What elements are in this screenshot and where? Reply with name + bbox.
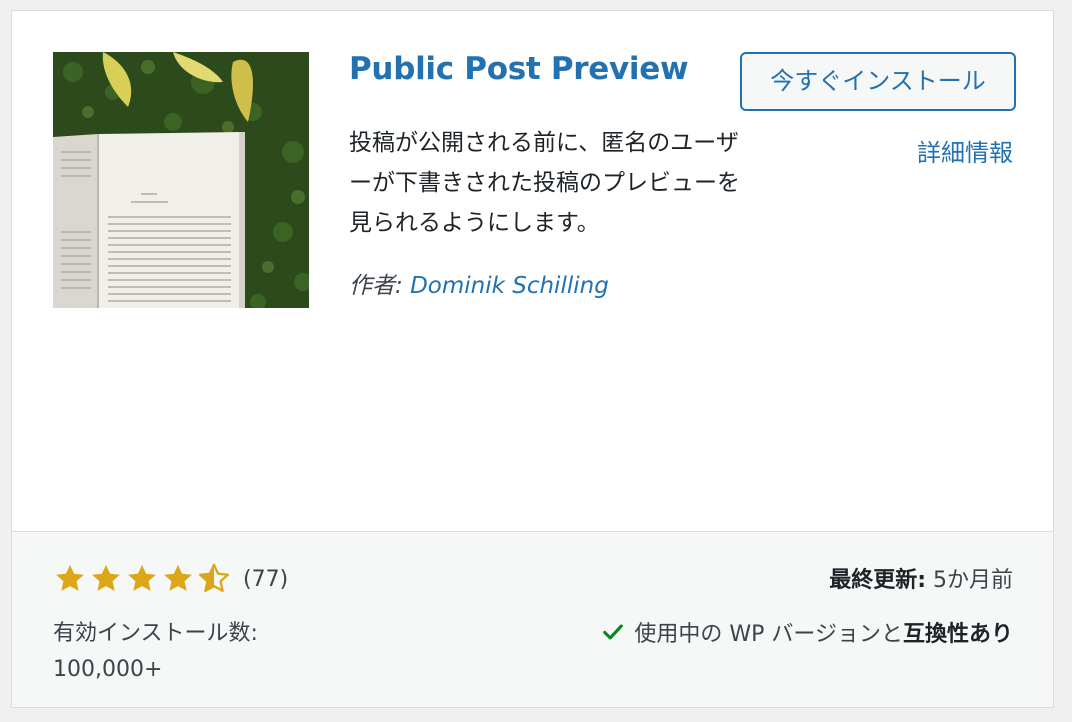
more-details-link[interactable]: 詳細情報 <box>917 133 1013 168</box>
star-filled-icon <box>161 562 195 596</box>
plugin-description: 投稿が公開される前に、匿名のユーザーが下書きされた投稿のプレビューを見られるよう… <box>349 130 740 236</box>
compat-text: 使用中の WP バージョンと <box>634 622 903 647</box>
active-installs-label: 有効インストール数: <box>53 621 258 646</box>
last-updated-value: 5か月前 <box>933 568 1013 593</box>
author-label: 作者: <box>349 273 403 299</box>
star-filled-icon <box>125 562 159 596</box>
active-installs: 有効インストール数: 100,000+ <box>53 616 258 688</box>
last-updated-label: 最終更新: <box>829 568 926 593</box>
plugin-thumbnail[interactable] <box>53 52 309 308</box>
last-updated: 最終更新: 5か月前 <box>829 562 1013 594</box>
rating-count[interactable]: (77) <box>243 567 288 592</box>
star-half-icon <box>197 562 231 596</box>
plugin-author: 作者: Dominik Schilling <box>349 266 609 300</box>
checkmark-icon <box>602 621 624 643</box>
compat-strong: 互換性あり <box>902 622 1013 647</box>
star-rating: (77) <box>53 562 288 596</box>
install-now-button[interactable]: 今すぐインストール <box>740 52 1016 111</box>
star-filled-icon <box>53 562 87 596</box>
plugin-card: Public Post Preview 今すぐインストール 詳細情報 投稿が公開… <box>11 10 1054 708</box>
plugin-card-bottom: (77) 有効インストール数: 100,000+ 最終更新: 5か月前 使用中の… <box>12 531 1053 707</box>
author-link[interactable]: Dominik Schilling <box>410 273 609 299</box>
star-filled-icon <box>89 562 123 596</box>
plugin-title[interactable]: Public Post Preview <box>349 51 689 87</box>
active-installs-value: 100,000+ <box>53 657 163 682</box>
open-book-on-grass-image <box>53 52 309 308</box>
plugin-card-top: Public Post Preview 今すぐインストール 詳細情報 投稿が公開… <box>12 11 1053 531</box>
compatibility-status: 使用中の WP バージョンと互換性あり <box>602 616 1013 648</box>
